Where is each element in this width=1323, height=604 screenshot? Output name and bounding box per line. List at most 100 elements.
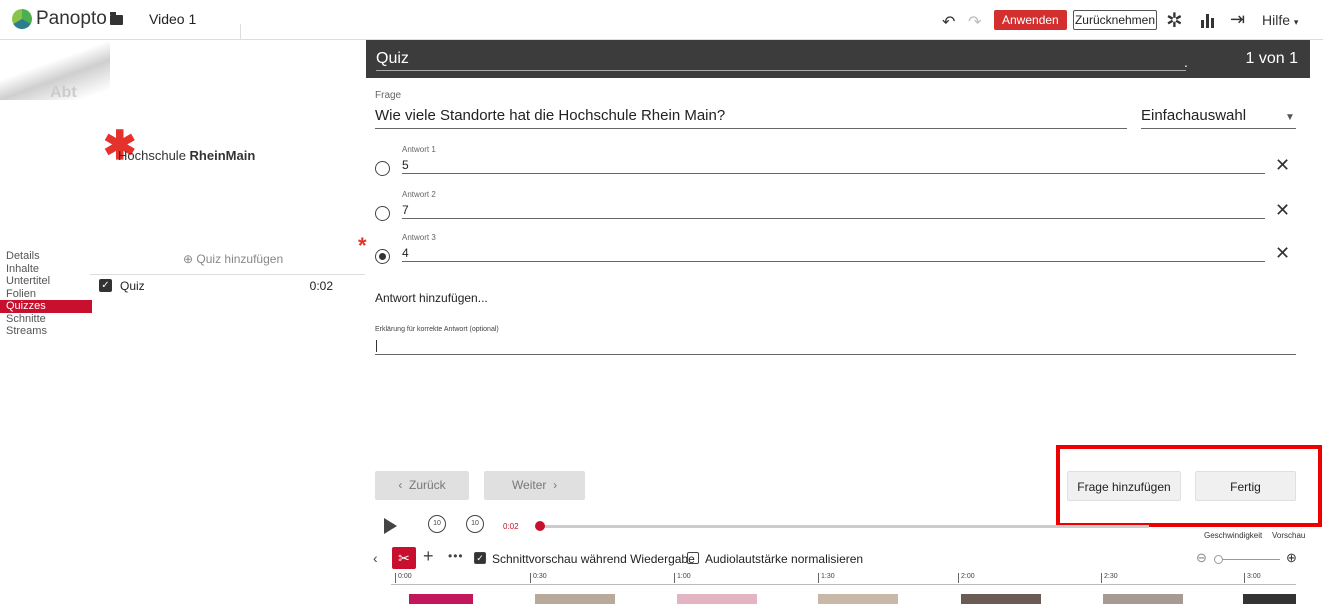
sidebar-item-schnitte[interactable]: Schnitte <box>0 313 92 326</box>
thumbnail <box>1243 594 1296 604</box>
divider <box>376 70 1186 71</box>
zoom-out-icon[interactable]: ⊖ <box>1196 550 1207 566</box>
preview-label[interactable]: Vorschau <box>1272 531 1305 540</box>
quiz-item-label: Quiz <box>120 279 145 293</box>
timeline-ruler[interactable]: 0:00 0:30 1:00 1:30 2:00 2:30 3:00 <box>391 573 1296 587</box>
back-label: Zurück <box>408 478 446 492</box>
sidebar-item-folien[interactable]: Folien <box>0 288 92 301</box>
zoom-slider-handle[interactable] <box>1214 555 1223 564</box>
slide-preview-text: Abt <box>50 84 77 101</box>
plus-circle-icon: ⊕ <box>183 252 194 266</box>
next-button[interactable]: Weiter › <box>484 471 585 500</box>
divider <box>402 218 1265 219</box>
highlight-annotation <box>1056 445 1322 527</box>
chevron-left-icon: ‹ <box>398 478 403 492</box>
answer-row: Antwort 1 5 ✕ <box>375 145 1297 176</box>
sidebar-item-untertitel[interactable]: Untertitel <box>0 275 92 288</box>
thumbnail <box>677 594 757 604</box>
sidebar-item-inhalte[interactable]: Inhalte <box>0 263 92 276</box>
chevron-left-icon[interactable]: ‹ <box>373 550 378 566</box>
panopto-logo[interactable]: Panopto <box>12 8 107 30</box>
sidebar-item-streams[interactable]: Streams <box>0 325 92 338</box>
cut-preview-label: Schnittvorschau während Wiedergabe <box>492 552 695 566</box>
playback-scrubber[interactable] <box>537 525 1149 528</box>
add-quiz-button[interactable]: ⊕ Quiz hinzufügen <box>183 252 283 266</box>
gear-icon[interactable]: ✲ <box>1166 8 1183 33</box>
exit-icon[interactable]: ⇥ <box>1230 9 1245 30</box>
thumbnail <box>961 594 1041 604</box>
playhead-handle[interactable] <box>535 521 545 531</box>
ruler-line <box>391 584 1296 585</box>
explanation-input[interactable] <box>376 340 377 352</box>
top-bar: Panopto Video 1 ↶ ↷ Anwenden Zurücknehme… <box>0 0 1323 40</box>
close-icon[interactable]: ✕ <box>1275 200 1290 221</box>
plus-icon[interactable]: + <box>423 546 434 567</box>
answer-label: Antwort 1 <box>402 145 436 154</box>
tick-label: 2:30 <box>1101 573 1118 583</box>
institution-name: Hochschule RheinMain <box>118 148 256 163</box>
speed-label[interactable]: Geschwindigkeit <box>1204 531 1262 540</box>
answer-radio[interactable] <box>375 161 390 176</box>
scissors-icon[interactable]: ✂ <box>392 547 416 569</box>
rewind-10-icon[interactable]: 10 <box>428 515 446 533</box>
back-button[interactable]: ‹ Zurück <box>375 471 469 500</box>
play-icon[interactable] <box>384 518 397 534</box>
answer-radio[interactable] <box>375 206 390 221</box>
divider <box>402 261 1265 262</box>
undo-icon[interactable]: ↶ <box>942 12 955 32</box>
add-answer-link[interactable]: Antwort hinzufügen... <box>375 291 488 305</box>
question-counter: 1 von 1 <box>1245 50 1298 67</box>
timeline-thumbnails[interactable] <box>391 594 1296 604</box>
divider <box>402 173 1265 174</box>
revert-button[interactable]: Zurücknehmen <box>1073 10 1157 30</box>
question-input[interactable]: Wie viele Standorte hat die Hochschule R… <box>375 107 725 124</box>
sidebar-item-details[interactable]: Details <box>0 250 92 263</box>
brand-name: Panopto <box>36 8 107 29</box>
question-type-select[interactable]: Einfachauswahl <box>1141 107 1246 124</box>
answer-input[interactable]: 5 <box>402 158 409 172</box>
folder-icon[interactable] <box>110 12 123 25</box>
close-icon[interactable]: ✕ <box>1275 243 1290 264</box>
apply-button[interactable]: Anwenden <box>994 10 1067 30</box>
divider <box>375 128 1127 129</box>
sidebar-nav: Details Inhalte Untertitel Folien Quizze… <box>0 250 92 338</box>
chevron-right-icon: › <box>553 478 558 492</box>
divider <box>240 24 241 40</box>
quiz-title-input[interactable]: Quiz <box>376 50 409 68</box>
zoom-slider[interactable] <box>1214 559 1280 560</box>
answer-input[interactable]: 4 <box>402 246 409 260</box>
correct-answer-marker-icon: * <box>358 233 367 258</box>
redo-icon[interactable]: ↷ <box>968 12 981 32</box>
answer-radio[interactable] <box>375 249 390 264</box>
divider <box>375 354 1296 355</box>
tick-label: 1:30 <box>818 573 835 583</box>
tick-label: 3:00 <box>1244 573 1261 583</box>
statistics-icon[interactable] <box>1200 12 1216 28</box>
normalize-audio-label: Audiolautstärke normalisieren <box>705 552 864 566</box>
next-label: Weiter <box>511 478 547 492</box>
zoom-in-icon[interactable]: ⊕ <box>1286 550 1297 566</box>
tick-label: 0:30 <box>530 573 547 583</box>
sidebar-item-quizzes[interactable]: Quizzes <box>0 300 92 313</box>
list-item[interactable]: ✓ Quiz 0:02 <box>99 279 333 293</box>
more-icon[interactable]: ••• <box>448 549 464 563</box>
forward-10-icon[interactable]: 10 <box>466 515 484 533</box>
normalize-audio-checkbox[interactable] <box>687 552 699 564</box>
answer-row: Antwort 2 7 ✕ <box>375 190 1297 221</box>
tick-label: 1:00 <box>674 573 691 583</box>
thumbnail <box>409 594 473 604</box>
question-label: Frage <box>375 90 402 101</box>
thumbnail <box>535 594 615 604</box>
thumbnail <box>1103 594 1183 604</box>
chevron-down-icon[interactable]: ▼ <box>1285 112 1295 123</box>
chevron-down-icon: ▾ <box>1293 17 1299 27</box>
answer-input[interactable]: 7 <box>402 203 409 217</box>
tick-label: 2:00 <box>958 573 975 583</box>
video-title[interactable]: Video 1 <box>149 11 196 27</box>
cut-preview-checkbox[interactable]: ✓ <box>474 552 486 564</box>
add-quiz-label: Quiz hinzufügen <box>196 252 284 266</box>
help-menu[interactable]: Hilfe ▾ <box>1262 12 1298 28</box>
current-time: 0:02 <box>503 522 519 531</box>
close-icon[interactable]: ✕ <box>1275 155 1290 176</box>
help-label: Hilfe <box>1262 12 1291 28</box>
